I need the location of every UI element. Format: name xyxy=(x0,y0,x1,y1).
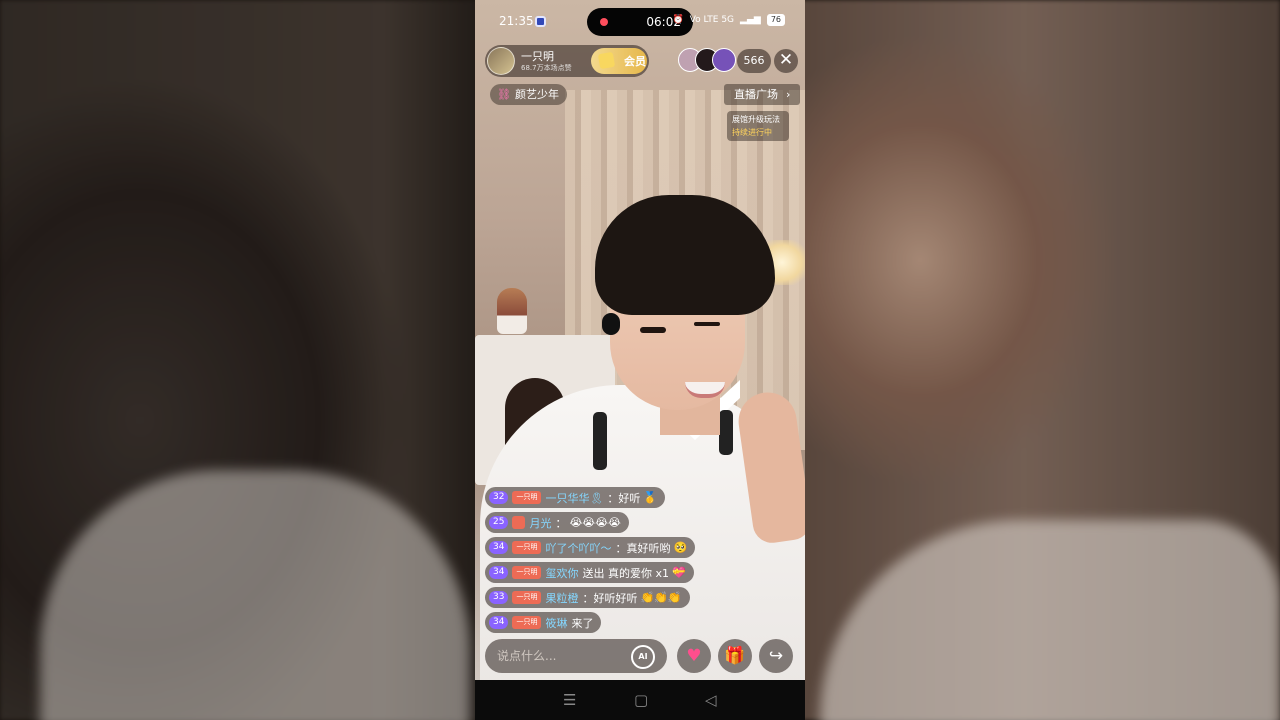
chat-emoji: 🥺 xyxy=(673,541,688,554)
close-icon: ✕ xyxy=(778,50,794,70)
user-level: 34 xyxy=(489,541,509,554)
live-plaza-label: 直播广场 xyxy=(734,88,778,101)
chat-text: ：好听 xyxy=(607,491,641,505)
chat-text: ：好听好听 xyxy=(582,591,638,605)
fan-badge: 一只明 xyxy=(512,566,542,579)
chat-emoji: 👏👏👏 xyxy=(640,591,682,604)
chat-text: ： xyxy=(555,516,567,530)
system-icons: ⏰ Vo LTE 5G ▂▄▆ 76 xyxy=(672,14,785,26)
gift-button[interactable]: 🎁 xyxy=(718,639,752,673)
chat-emoji: 🥇 xyxy=(643,491,658,504)
heart-icon: ♥ xyxy=(686,646,702,666)
promo-line1: 展馆升级玩法 xyxy=(732,115,780,124)
system-navigation-bar: ☰ ▢ ◁ xyxy=(475,680,805,720)
share-button[interactable]: ↪ xyxy=(759,639,793,673)
streamer-hair xyxy=(595,195,775,315)
host-avatar[interactable] xyxy=(487,47,515,75)
status-time: 21:35 xyxy=(499,14,534,28)
back-nav-button[interactable]: ◁ xyxy=(705,691,717,709)
chat-text: ：真好听哟 xyxy=(615,541,671,555)
chat-message[interactable]: 33 一只明 果粒橙 ：好听好听 👏👏👏 xyxy=(485,587,690,608)
left-eye xyxy=(640,327,666,333)
left-mic xyxy=(593,412,607,470)
chat-text: 来了 xyxy=(571,616,594,630)
viewer-avatar[interactable] xyxy=(712,48,736,72)
chat-message[interactable]: 34 一只明 吖了个吖吖～ ：真好听哟 🥺 xyxy=(485,537,696,558)
link-icon: ⛓ xyxy=(497,88,511,101)
user-level: 25 xyxy=(489,516,509,529)
network-label: Vo LTE 5G xyxy=(689,15,735,25)
right-mic xyxy=(719,410,733,455)
live-plaza-button[interactable]: 直播广场 › xyxy=(724,84,801,105)
member-label: 会员 xyxy=(624,55,646,68)
chat-username[interactable]: 果粒橙 xyxy=(545,590,578,606)
user-level: 34 xyxy=(489,616,509,629)
menu-nav-button[interactable]: ☰ xyxy=(563,691,576,709)
topic-tag[interactable]: ⛓ 颜艺少年 xyxy=(490,84,567,105)
notification-icon xyxy=(535,16,546,27)
user-level: 34 xyxy=(489,566,509,579)
like-button[interactable]: ♥ xyxy=(677,639,711,673)
topic-label: 颜艺少年 xyxy=(514,88,559,101)
chat-emoji: 💝 xyxy=(671,566,686,579)
record-icon xyxy=(600,18,608,26)
phone-screen: 21:35 06:02 ⏰ Vo LTE 5G ▂▄▆ 76 一只明 68.7万… xyxy=(475,0,805,720)
chat-username[interactable]: 筱琳 xyxy=(545,615,567,631)
fan-badge xyxy=(512,516,526,529)
home-nav-button[interactable]: ▢ xyxy=(634,691,648,709)
chat-message[interactable]: 34 一只明 玺欢你 送出 真的爱你 x1 💝 xyxy=(485,562,694,583)
alarm-icon: ⏰ xyxy=(672,15,684,25)
earbud xyxy=(602,313,620,335)
share-icon: ↪ xyxy=(768,646,784,666)
chat-username[interactable]: 吖了个吖吖～ xyxy=(545,540,611,556)
gift-icon: 🎁 xyxy=(724,646,746,666)
chat-message[interactable]: 34 一只明 筱琳 来了 xyxy=(485,612,602,633)
user-level: 32 xyxy=(489,491,509,504)
host-likes: 68.7万本场点赞 xyxy=(521,64,572,72)
status-bar: 21:35 06:02 ⏰ Vo LTE 5G ▂▄▆ 76 xyxy=(475,6,805,36)
chat-username[interactable]: 玺欢你 xyxy=(545,565,578,581)
fan-badge: 一只明 xyxy=(512,616,542,629)
fan-badge: 一只明 xyxy=(512,541,542,554)
chat-list[interactable]: 32 一只明 一只华华🎗 ：好听 🥇 25 月光 ： 😭😭😭😭 34 一只明 吖… xyxy=(485,487,745,637)
chat-message[interactable]: 25 月光 ： 😭😭😭😭 xyxy=(485,512,629,533)
promo-line2: 持续进行中 xyxy=(732,128,772,137)
battery-icon: 76 xyxy=(766,14,785,26)
chat-text: 送出 真的爱你 x1 xyxy=(582,566,669,580)
chat-username[interactable]: 月光 xyxy=(529,515,551,531)
live-stream-screen: 21:35 06:02 ⏰ Vo LTE 5G ▂▄▆ 76 一只明 68.7万… xyxy=(0,0,1280,720)
viewer-count[interactable]: 566 xyxy=(737,49,771,73)
user-level: 33 xyxy=(489,591,509,604)
right-eye xyxy=(694,322,720,326)
member-button[interactable]: 会员 xyxy=(591,48,647,74)
viewer-avatars[interactable] xyxy=(678,48,736,74)
chat-message[interactable]: 32 一只明 一只华华🎗 ：好听 🥇 xyxy=(485,487,666,508)
signal-icon: ▂▄▆ xyxy=(740,15,761,25)
chat-username[interactable]: 一只华华🎗 xyxy=(545,490,603,506)
fan-badge: 一只明 xyxy=(512,491,542,504)
promo-banner[interactable]: 展馆升级玩法 持续进行中 xyxy=(727,111,789,141)
fan-badge: 一只明 xyxy=(512,591,542,604)
chevron-right-icon: › xyxy=(786,88,791,101)
chat-emoji: 😭😭😭😭 xyxy=(569,516,621,529)
member-icon xyxy=(597,51,616,70)
close-button[interactable]: ✕ xyxy=(774,49,798,73)
ai-button[interactable]: AI xyxy=(631,645,655,669)
host-name: 一只明 xyxy=(521,50,554,63)
host-info-card[interactable]: 一只明 68.7万本场点赞 会员 xyxy=(485,45,649,77)
